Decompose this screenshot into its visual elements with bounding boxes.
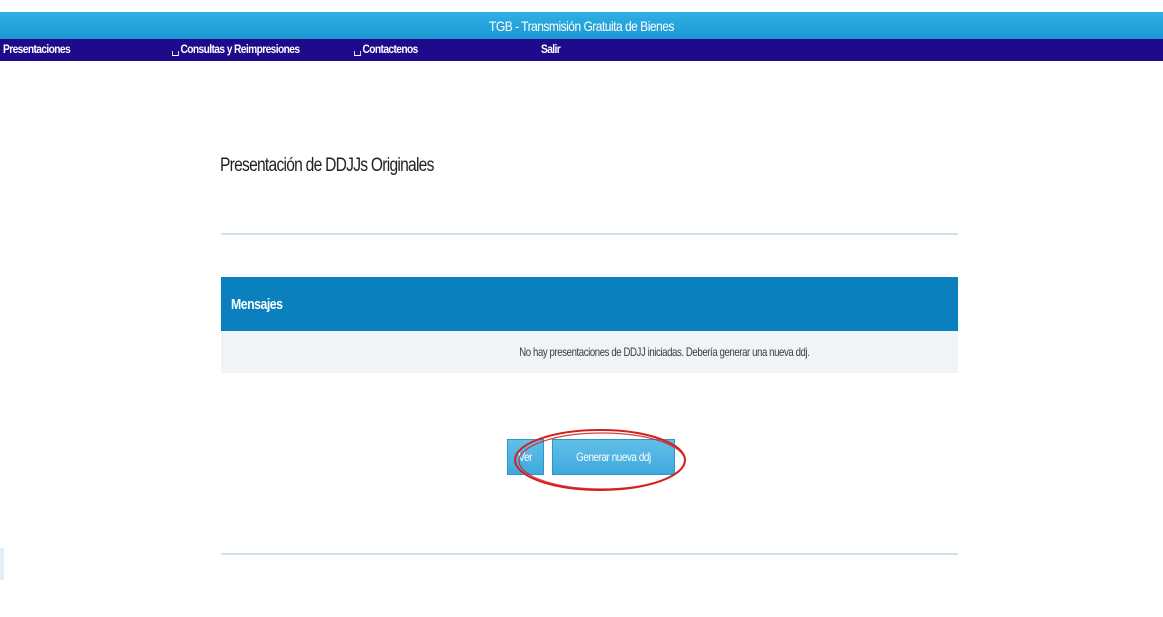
submenu-box-icon bbox=[172, 51, 179, 56]
generar-nueva-ddj-button[interactable]: Generar nueva ddj bbox=[552, 439, 675, 475]
nav-item-consultas[interactable]: Consultas y Reimpresiones bbox=[172, 42, 301, 56]
nav-item-label: Salir bbox=[541, 42, 561, 56]
ver-button[interactable]: Ver bbox=[507, 439, 544, 475]
left-edge-strip bbox=[0, 548, 4, 580]
nav-item-label: Consultas y Reimpresiones bbox=[180, 42, 301, 56]
submenu-box-icon bbox=[354, 51, 361, 56]
nav-item-label: Contactenos bbox=[362, 42, 419, 56]
messages-header: Mensajes bbox=[221, 277, 958, 331]
divider bbox=[221, 553, 958, 555]
nav-item-salir[interactable]: Salir bbox=[541, 42, 561, 56]
page-title: Presentación de DDJJs Originales bbox=[220, 155, 434, 176]
ver-button-label: Ver bbox=[518, 450, 533, 464]
app-header: TGB - Transmisión Gratuita de Bienes bbox=[0, 12, 1163, 39]
app-title: TGB - Transmisión Gratuita de Bienes bbox=[489, 17, 674, 34]
main-nav: Presentaciones Consultas y Reimpresiones… bbox=[0, 39, 1163, 61]
nav-item-contactenos[interactable]: Contactenos bbox=[354, 42, 418, 56]
messages-panel: Mensajes No hay presentaciones de DDJJ i… bbox=[221, 277, 958, 373]
divider bbox=[221, 233, 958, 235]
generar-button-label: Generar nueva ddj bbox=[576, 450, 651, 464]
nav-item-presentaciones[interactable]: Presentaciones bbox=[3, 42, 71, 56]
messages-title: Mensajes bbox=[231, 295, 283, 313]
nav-item-label: Presentaciones bbox=[3, 42, 71, 56]
message-text: No hay presentaciones de DDJJ iniciadas.… bbox=[519, 345, 810, 359]
page: TGB - Transmisión Gratuita de Bienes Pre… bbox=[0, 0, 1163, 617]
messages-body: No hay presentaciones de DDJJ iniciadas.… bbox=[221, 331, 958, 373]
